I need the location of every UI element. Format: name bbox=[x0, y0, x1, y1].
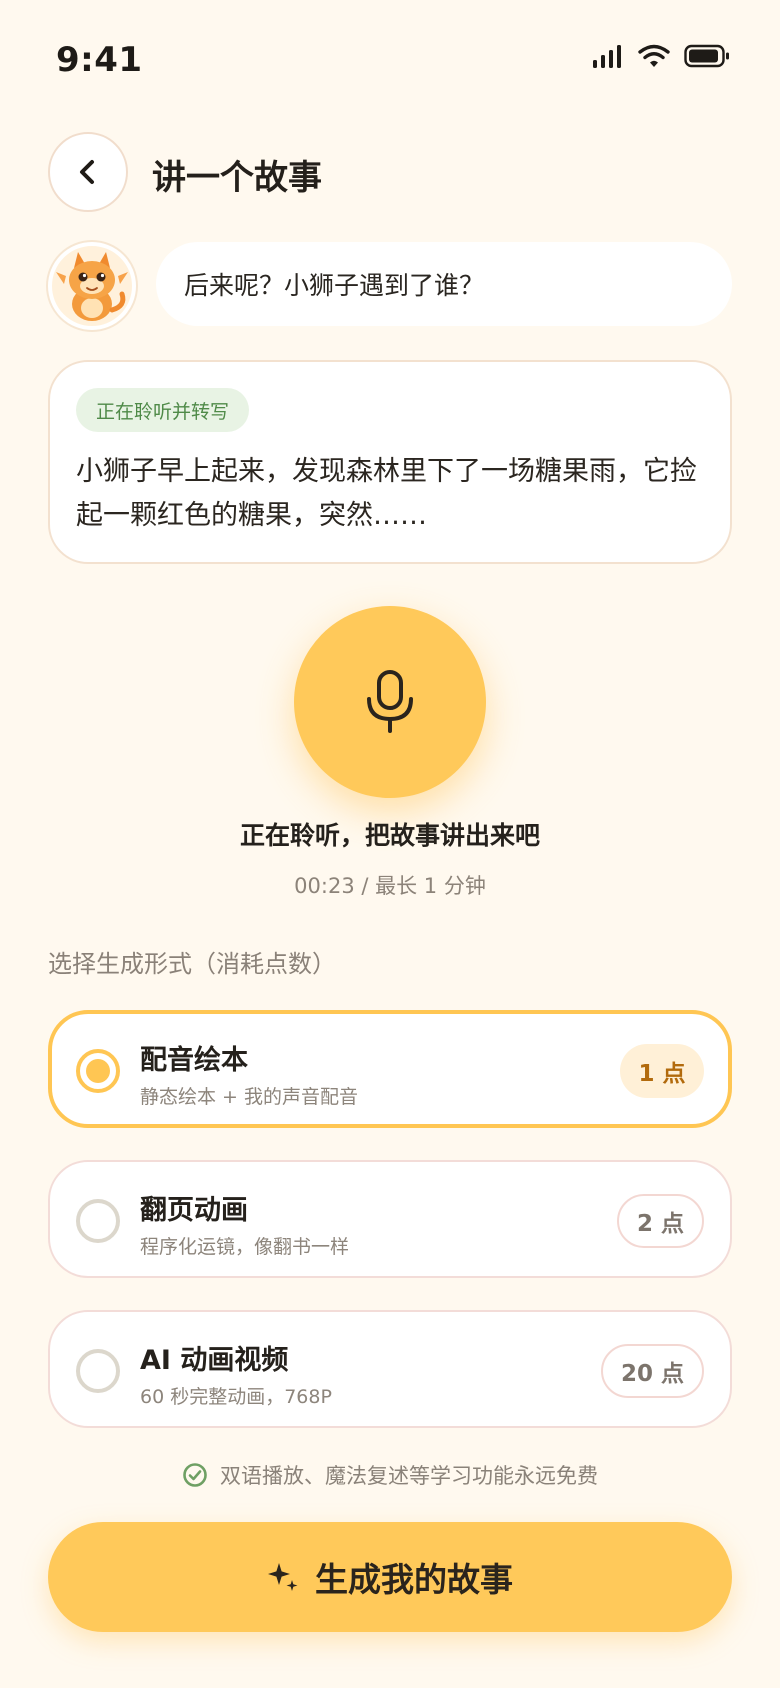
status-icons bbox=[592, 44, 730, 68]
free-note-text: 双语播放、魔法复述等学习功能永远免费 bbox=[220, 1464, 598, 1488]
signal-icon bbox=[593, 45, 621, 68]
radio-button[interactable] bbox=[76, 1349, 120, 1393]
recording-timer: 00:23 / 最长 1 分钟 bbox=[294, 874, 486, 898]
listening-title: 正在聆听，把故事讲出来吧 bbox=[239, 821, 540, 850]
back-button[interactable] bbox=[48, 132, 128, 212]
cost-badge: 20 点 bbox=[600, 1344, 704, 1398]
generate-story-button[interactable]: 生成我的故事 bbox=[48, 1522, 732, 1632]
listening-status-tag: 正在聆听并转写 bbox=[76, 388, 250, 432]
option-title: 翻页动画 bbox=[140, 1195, 248, 1226]
cost-badge: 1 点 bbox=[620, 1044, 704, 1098]
prompt-text: 后来呢？小狮子遇到了谁？ bbox=[184, 271, 485, 300]
prompt-bubble: 后来呢？小狮子遇到了谁？ bbox=[156, 242, 732, 326]
status-time: 9:41 bbox=[56, 40, 143, 80]
option-subtitle: 静态绘本 + 我的声音配音 bbox=[140, 1086, 358, 1108]
option-voiced-picture-book[interactable]: 配音绘本 静态绘本 + 我的声音配音 1 点 bbox=[48, 1010, 732, 1128]
free-features-note: 双语播放、魔法复述等学习功能永远免费 bbox=[0, 1460, 780, 1490]
radio-button[interactable] bbox=[76, 1199, 120, 1243]
back-chevron-icon bbox=[80, 160, 94, 184]
check-circle-icon bbox=[183, 1463, 207, 1487]
transcript-text: 小狮子早上起来，发现森林里下了一场糖果雨，它捡起一颗红色的糖果，突然…… bbox=[76, 456, 697, 531]
radio-selected-dot bbox=[86, 1059, 110, 1083]
wifi-icon bbox=[638, 44, 670, 67]
radio-button[interactable] bbox=[76, 1049, 120, 1093]
option-ai-animation-video[interactable]: AI 动画视频 60 秒完整动画，768P 20 点 bbox=[48, 1310, 732, 1428]
option-title: AI 动画视频 bbox=[140, 1345, 289, 1376]
dragon-avatar-illustration bbox=[56, 252, 128, 321]
option-subtitle: 程序化运镜，像翻书一样 bbox=[140, 1236, 350, 1258]
microphone-icon bbox=[367, 670, 413, 733]
page-title: 讲一个故事 bbox=[152, 158, 322, 198]
cost-badge: 2 点 bbox=[616, 1194, 704, 1248]
option-title: 配音绘本 bbox=[140, 1045, 248, 1076]
sparkle-icon bbox=[268, 1563, 298, 1591]
dragon-avatar bbox=[48, 242, 136, 330]
battery-icon bbox=[684, 44, 729, 68]
option-subtitle: 60 秒完整动画，768P bbox=[140, 1386, 332, 1408]
microphone-button[interactable] bbox=[294, 606, 486, 798]
generate-story-label: 生成我的故事 bbox=[315, 1560, 513, 1599]
transcript-card: 正在聆听并转写 小狮子早上起来，发现森林里下了一场糖果雨，它捡起一颗红色的糖果，… bbox=[48, 360, 732, 564]
options-section-label: 选择生成形式（消耗点数） bbox=[48, 950, 336, 978]
status-bar: 9:41 bbox=[0, 0, 780, 120]
option-page-flip-animation[interactable]: 翻页动画 程序化运镜，像翻书一样 2 点 bbox=[48, 1160, 732, 1278]
